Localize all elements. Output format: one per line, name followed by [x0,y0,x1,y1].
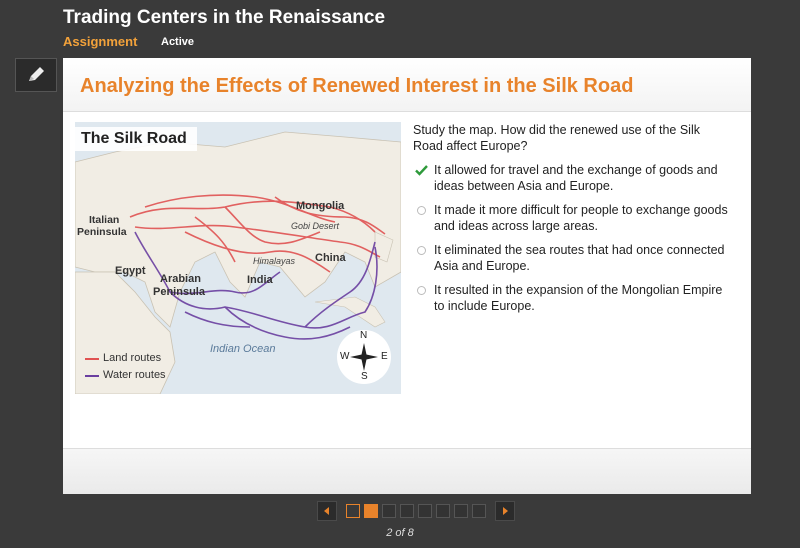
page-dot-7[interactable] [454,504,468,518]
map-label-india: India [247,274,273,286]
answer-option-2[interactable]: It made it more difficult for people to … [413,203,733,234]
map-label-himalayas: Himalayas [253,256,296,266]
compass-n: N [360,330,368,341]
page-dot-5[interactable] [418,504,432,518]
page-dot-6[interactable] [436,504,450,518]
question-card: Analyzing the Effects of Renewed Interes… [63,58,751,494]
pencil-button[interactable] [15,58,57,92]
map-legend: Land routes Water routes [81,351,177,389]
map-label-indian-ocean: Indian Ocean [210,343,276,355]
page-dot-3[interactable] [382,504,396,518]
map-label-italian-1: Italian [89,214,120,226]
map-label-gobi: Gobi Desert [291,221,340,231]
silk-road-map: The Silk Road Italian Peninsula Egypt Ar… [75,122,401,394]
check-icon [415,164,428,176]
radio-icon[interactable] [415,244,427,256]
legend-label-land: Land routes [103,352,162,364]
answer-option-text: It made it more difficult for people to … [434,203,728,233]
map-label-italian-2: Peninsula [77,226,127,238]
compass-rose: N S W E [337,330,391,384]
legend-label-water: Water routes [103,369,166,381]
map-label-arabian-2: Peninsula [153,286,205,298]
card-title: Analyzing the Effects of Renewed Interes… [80,75,634,97]
answer-option-1[interactable]: It allowed for travel and the exchange o… [413,163,733,194]
legend-swatch-water [85,375,99,377]
pager [308,500,524,522]
next-button[interactable] [495,501,515,521]
page-dot-8[interactable] [472,504,486,518]
map-label-arabian-1: Arabian [160,273,201,285]
top-bar: Trading Centers in the Renaissance Assig… [0,0,800,58]
question-text: Study the map. How did the renewed use o… [413,123,700,153]
answer-option-text: It eliminated the sea routes that had on… [434,243,725,273]
page-dot-4[interactable] [400,504,414,518]
assignment-label: Assignment [63,34,138,49]
legend-swatch-land [85,358,99,360]
page-indicator: 2 of 8 [386,527,414,539]
chevron-right-icon [503,507,508,515]
answer-option-text: It allowed for travel and the exchange o… [434,163,718,193]
page-title: Trading Centers in the Renaissance [63,7,386,28]
answer-options: It allowed for travel and the exchange o… [413,163,733,323]
compass-e: E [381,351,388,362]
card-footer [63,448,751,494]
radio-icon[interactable] [415,204,427,216]
map-label-mongolia: Mongolia [296,200,345,212]
page-dot-1[interactable] [346,504,360,518]
prev-button[interactable] [317,501,337,521]
answer-option-3[interactable]: It eliminated the sea routes that had on… [413,243,733,274]
map-label-egypt: Egypt [115,265,146,277]
radio-icon[interactable] [415,284,427,296]
chevron-left-icon [324,507,329,515]
answer-option-text: It resulted in the expansion of the Mong… [434,283,723,313]
pencil-icon [29,67,44,81]
page-dots [346,504,490,518]
page-dot-2[interactable] [364,504,378,518]
answer-option-4[interactable]: It resulted in the expansion of the Mong… [413,283,733,314]
card-header: Analyzing the Effects of Renewed Interes… [63,58,751,112]
map-title: The Silk Road [81,130,187,147]
status-label: Active [161,36,195,48]
compass-w: W [340,351,350,362]
compass-s: S [361,371,368,382]
map-label-china: China [315,252,346,264]
